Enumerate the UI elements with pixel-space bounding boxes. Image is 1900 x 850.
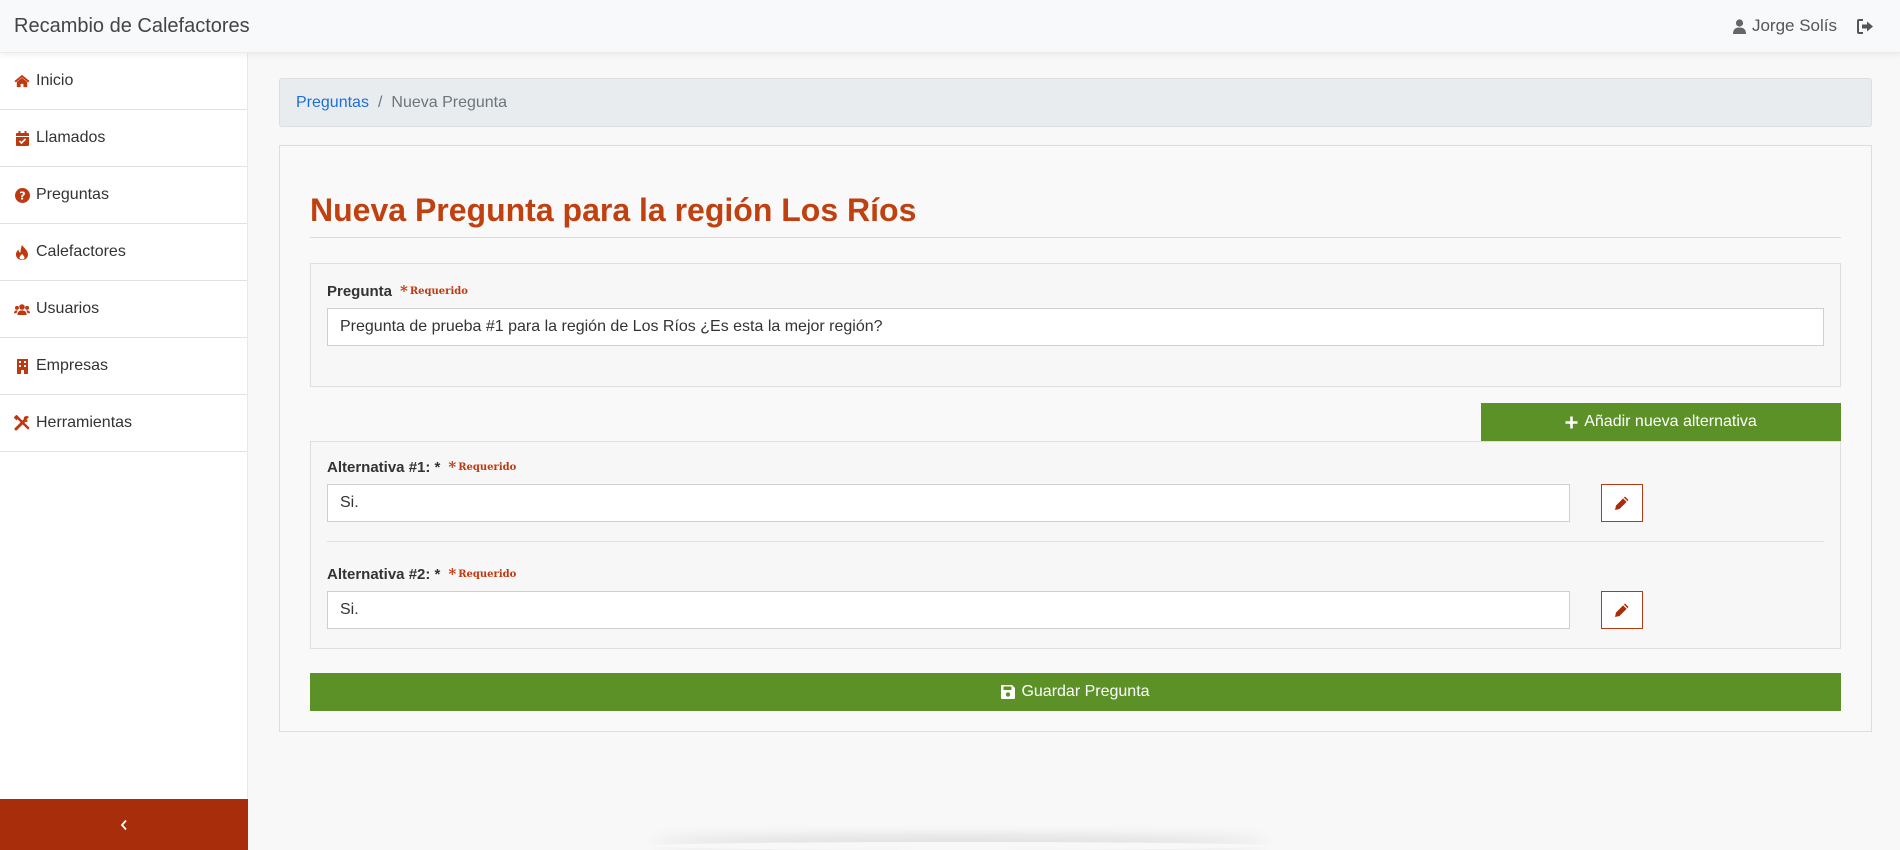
svg-text:?: ? xyxy=(19,189,25,202)
required-badge: * Requerido xyxy=(448,458,516,476)
asterisk-icon: * xyxy=(400,282,408,300)
pencil-icon xyxy=(1615,603,1629,617)
save-icon xyxy=(1001,685,1016,699)
save-question-label: Guardar Pregunta xyxy=(1021,683,1150,700)
main-content: Preguntas / Nueva Pregunta Nueva Pregunt… xyxy=(279,78,1872,732)
sidebar-item-inicio[interactable]: Inicio xyxy=(0,53,247,110)
question-input[interactable] xyxy=(327,308,1824,346)
add-alternative-label: Añadir nueva alternativa xyxy=(1584,413,1757,430)
asterisk-icon: * xyxy=(448,458,457,476)
user-icon xyxy=(1732,18,1746,34)
alternative-label: Alternativa #1: * * Requerido xyxy=(327,458,1824,476)
fire-icon xyxy=(14,244,30,260)
top-navbar: Recambio de Calefactores Jorge Solís xyxy=(0,0,1900,53)
alternative-item: Alternativa #1: * * Requerido xyxy=(327,458,1824,541)
user-name: Jorge Solís xyxy=(1751,16,1837,35)
asterisk-icon: * xyxy=(448,565,457,583)
question-label: Pregunta * Requerido xyxy=(327,282,1824,300)
sidebar-collapse-button[interactable] xyxy=(0,799,248,850)
pencil-icon xyxy=(1615,496,1629,510)
alternative-label: Alternativa #2: * * Requerido xyxy=(327,565,1824,583)
alternative-item: Alternativa #2: * * Requerido xyxy=(327,541,1824,648)
sidebar-item-empresas[interactable]: Empresas xyxy=(0,338,247,395)
required-badge: * Requerido xyxy=(400,282,468,300)
sidebar-item-label: Preguntas xyxy=(36,186,109,203)
breadcrumb: Preguntas / Nueva Pregunta xyxy=(279,78,1872,127)
alternative-label-text: Alternativa #1: * xyxy=(327,458,441,476)
user-menu[interactable]: Jorge Solís xyxy=(1732,16,1837,36)
add-alternative-button[interactable]: Añadir nueva alternativa xyxy=(1481,403,1841,441)
tools-icon xyxy=(14,415,30,431)
edit-alternative-button[interactable] xyxy=(1601,591,1643,629)
question-label-text: Pregunta xyxy=(327,282,393,300)
form-card: Nueva Pregunta para la región Los Ríos P… xyxy=(279,145,1872,732)
calendar-check-icon xyxy=(14,130,30,146)
required-text: Requerido xyxy=(458,461,517,473)
sidebar-item-label: Herramientas xyxy=(36,414,133,431)
breadcrumb-link-preguntas[interactable]: Preguntas xyxy=(296,94,369,112)
user-area: Jorge Solís xyxy=(1732,16,1874,36)
sidebar: Inicio Llamados ? Preguntas Calefactores… xyxy=(0,53,248,850)
breadcrumb-current: Nueva Pregunta xyxy=(391,93,508,111)
sidebar-item-label: Usuarios xyxy=(36,300,100,317)
sidebar-item-label: Empresas xyxy=(36,357,109,374)
question-circle-icon: ? xyxy=(14,187,30,203)
bottom-shadow xyxy=(650,842,1270,850)
sidebar-item-label: Inicio xyxy=(36,72,74,89)
add-row: Añadir nueva alternativa xyxy=(310,403,1841,441)
required-badge: * Requerido xyxy=(448,565,516,583)
required-text: Requerido xyxy=(458,568,517,580)
edit-alternative-button[interactable] xyxy=(1601,484,1643,522)
save-question-button[interactable]: Guardar Pregunta xyxy=(310,673,1841,711)
sidebar-item-llamados[interactable]: Llamados xyxy=(0,110,247,167)
alternative-input-2[interactable] xyxy=(327,591,1570,629)
alternatives-section: Alternativa #1: * * Requerido Alternativ… xyxy=(310,441,1841,649)
building-icon xyxy=(14,358,30,374)
app-title[interactable]: Recambio de Calefactores xyxy=(14,15,250,38)
plus-icon xyxy=(1565,416,1578,428)
users-icon xyxy=(14,303,30,316)
sidebar-item-calefactores[interactable]: Calefactores xyxy=(0,224,247,281)
question-section: Pregunta * Requerido xyxy=(310,263,1841,387)
alternative-label-text: Alternativa #2: * xyxy=(327,565,441,583)
sign-out-icon[interactable] xyxy=(1857,18,1874,34)
required-text: Requerido xyxy=(409,285,468,297)
sidebar-item-preguntas[interactable]: ? Preguntas xyxy=(0,167,247,224)
page-title: Nueva Pregunta para la región Los Ríos xyxy=(310,192,1841,238)
sidebar-item-label: Llamados xyxy=(36,129,106,146)
breadcrumb-separator: / xyxy=(377,93,383,111)
alternative-row xyxy=(327,484,1824,522)
alternative-row xyxy=(327,591,1824,629)
sidebar-item-label: Calefactores xyxy=(36,243,126,260)
alternative-input-1[interactable] xyxy=(327,484,1570,522)
sidebar-item-usuarios[interactable]: Usuarios xyxy=(0,281,247,338)
sidebar-item-herramientas[interactable]: Herramientas xyxy=(0,395,247,452)
chevron-left-icon xyxy=(120,819,127,830)
home-icon xyxy=(14,74,30,88)
